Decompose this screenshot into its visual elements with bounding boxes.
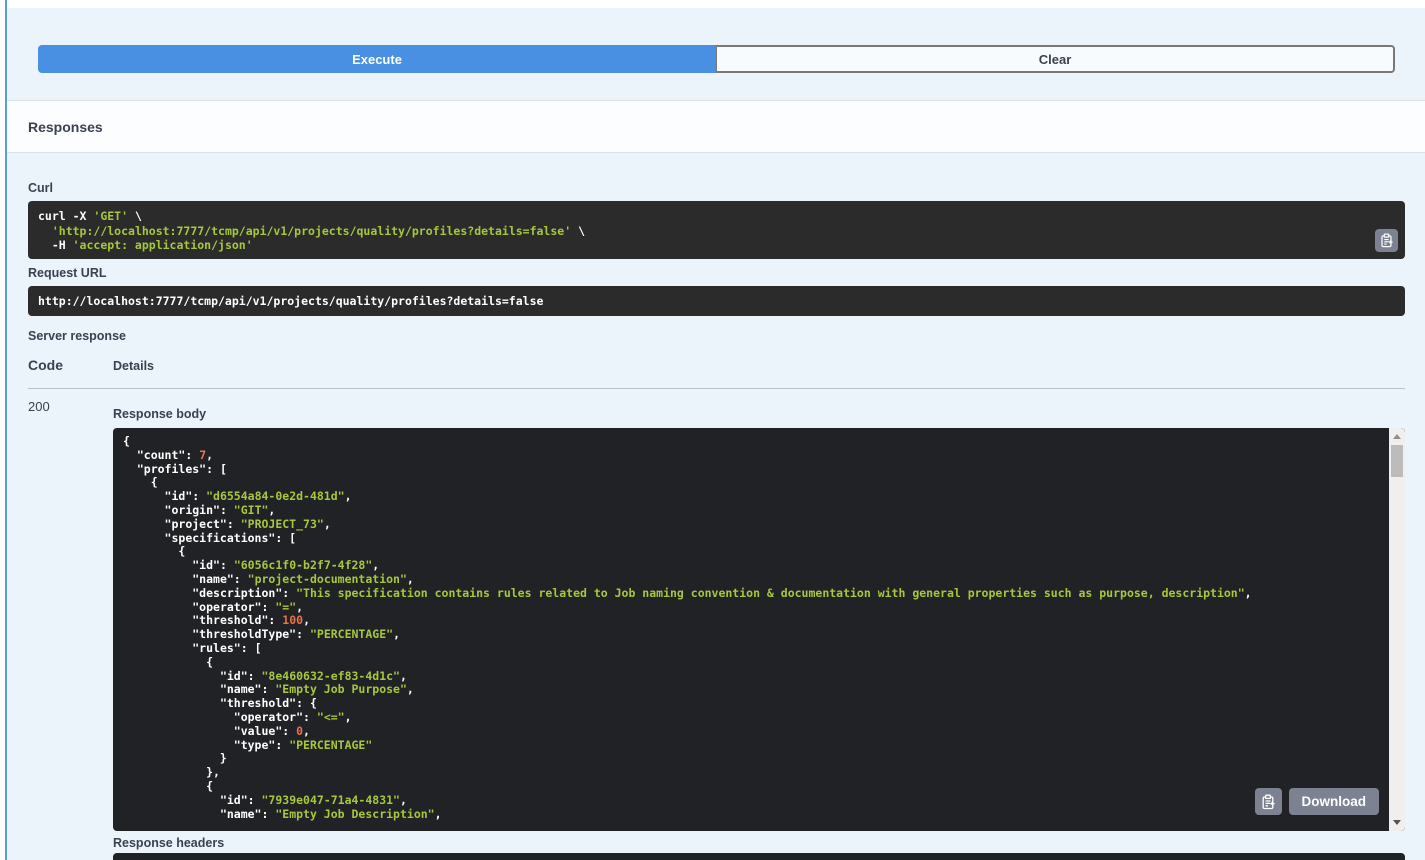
responses-section-header: Responses xyxy=(7,100,1425,153)
copy-curl-button[interactable] xyxy=(1375,229,1398,252)
response-body-controls: Download xyxy=(1255,788,1380,815)
clear-button[interactable]: Clear xyxy=(716,45,1395,73)
download-button[interactable]: Download xyxy=(1289,788,1380,815)
server-response-label: Server response xyxy=(28,329,126,343)
clipboard-copy-icon xyxy=(1260,794,1276,810)
execute-wrapper: Execute Clear xyxy=(38,45,1395,73)
code-column-header: Code xyxy=(28,357,63,373)
response-body-scrollbar[interactable] xyxy=(1389,428,1405,831)
response-body-label: Response body xyxy=(113,407,206,421)
request-url-block: http://localhost:7777/tcmp/api/v1/projec… xyxy=(28,286,1405,316)
status-code: 200 xyxy=(28,399,50,414)
scrollbar-thumb[interactable] xyxy=(1391,445,1403,477)
scroll-up-arrow-icon[interactable] xyxy=(1393,434,1401,439)
request-url-label: Request URL xyxy=(28,266,106,280)
responses-inner: Curl curl -X 'GET' \ 'http://localhost:7… xyxy=(28,153,1405,860)
scroll-down-arrow-icon[interactable] xyxy=(1393,820,1401,825)
curl-label: Curl xyxy=(28,181,53,195)
clipboard-copy-icon xyxy=(1379,233,1394,248)
details-column-header: Details xyxy=(113,359,154,373)
response-body-block[interactable]: { "count": 7, "profiles": [ { "id": "d65… xyxy=(113,428,1405,831)
table-divider xyxy=(28,388,1405,389)
swagger-operation-block: Execute Clear Responses Curl curl -X 'GE… xyxy=(0,0,1425,860)
responses-title: Responses xyxy=(28,119,103,135)
response-headers-label: Response headers xyxy=(113,836,224,850)
response-body-code: { "count": 7, "profiles": [ { "id": "d65… xyxy=(123,434,1252,821)
copy-response-button[interactable] xyxy=(1255,788,1282,815)
request-url-value: http://localhost:7777/tcmp/api/v1/projec… xyxy=(38,294,543,308)
curl-command-block: curl -X 'GET' \ 'http://localhost:7777/t… xyxy=(28,201,1405,259)
response-headers-block xyxy=(113,853,1405,860)
curl-code: curl -X 'GET' \ 'http://localhost:7777/t… xyxy=(38,209,585,252)
execute-button[interactable]: Execute xyxy=(38,45,716,73)
opblock-body: Execute Clear Responses Curl curl -X 'GE… xyxy=(7,8,1425,860)
